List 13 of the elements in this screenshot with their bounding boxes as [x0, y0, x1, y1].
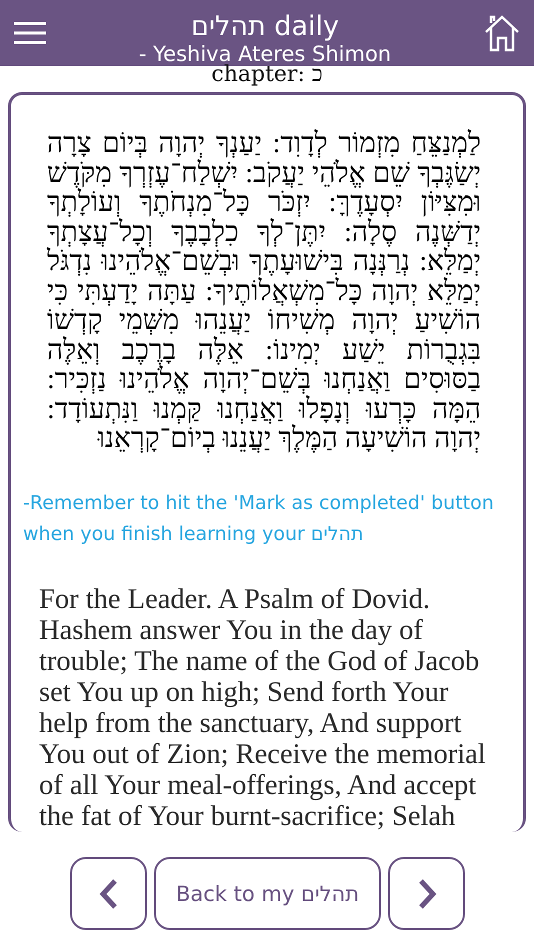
- previous-button[interactable]: [70, 857, 147, 930]
- back-button[interactable]: Back to my תהלים: [154, 857, 381, 930]
- menu-icon: [14, 21, 46, 45]
- chevron-right-icon: [416, 878, 436, 910]
- app-title: תהלים daily: [191, 12, 339, 42]
- home-button[interactable]: [484, 14, 520, 52]
- home-icon: [484, 14, 520, 52]
- reminder-note: -Remember to hit the 'Mark as completed' button when you finish learning your תהלים: [23, 490, 495, 546]
- chevron-left-icon: [98, 878, 118, 910]
- hebrew-psalm-text: לַמְנַצֵּחַ מִזְמוֹר לְדָוִד: יַעַנְךָ יְהוָה בְּיוֹם צָרָה יְשַׂגֶּבְךָ שֵׁם אֱלֹהֵי יַעֲקֹב: יִשְׁלַח־עֶזְרְךָ מִקֹּדֶשׁ וּמִצִּיּוֹן יִסְעָדֶךָּ: יִזְכֹּר כָּל־מִנְחֹתֶךָ וְעוֹלָתְךָ יְדַשְּׁנֶה סֶלָה: יִתֶּן־לְךָ כִלְבָבֶךָ וְכָל־עֲצָתְךָ יְמַלֵּא: נְרַנְּנָה בִּישׁוּעָתֶךָ וּבְשֵׁם־אֱלֹהֵינוּ נִדְגֹּל יְמַלֵּא יְהוָה כָּל־מִשְׁאֲלוֹתֶיךָ: עַתָּה יָדַעְתִּי כִּי הוֹשִׁיעַ יְהוָה מְשִׁיחוֹ יַעֲנֵהוּ מִשְּׁמֵי קָדְשׁוֹ בִּגְבֻרוֹת יֵשַׁע יְמִינוֹ: אֵלֶּה בָרֶכֶב וְאֵלֶּה בַסּוּסִים וַאֲנַחְנוּ בְּשֵׁם־יְהוָה אֱלֹהֵינוּ נַזְכִּיר: הֵמָּה כָּרְעוּ וְנָפָלוּ וַאֲנַחְנוּ קַּמְנוּ וַנִּתְעוֹדָד: יְהוָה הוֹשִׁיעָה הַמֶּלֶךְ יַעֲנֵנוּ בְיוֹם־קָרְאֵנוּ: [46, 129, 482, 454]
- next-button[interactable]: [388, 857, 465, 930]
- english-translation-text: For the Leader. A Psalm of Dovid. Hashem answer You in the day of trouble; The name of the God of Jacob set You up on high; Send forth Your help from the sanctuary, And support You out of Zion; Receive the memorial of all Your meal-offerings, And accept the fat of Your burnt-sacrifice; Selah: [38, 584, 487, 832]
- menu-button[interactable]: [14, 21, 46, 45]
